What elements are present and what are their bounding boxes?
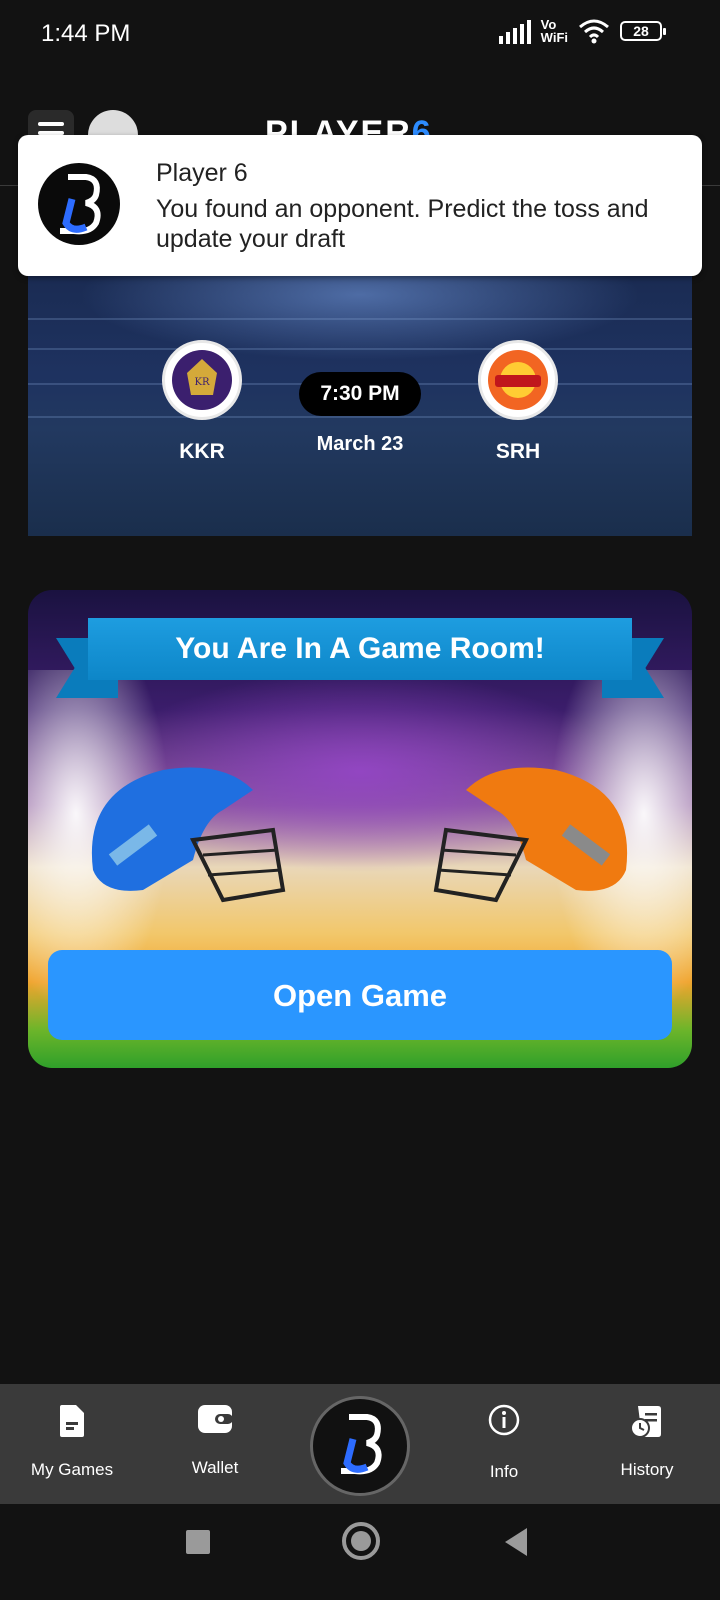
app-logo-icon	[341, 1414, 382, 1475]
game-room-banner: You Are In A Game Room!	[88, 618, 632, 680]
home-button[interactable]	[342, 1522, 380, 1560]
blue-helmet-icon	[91, 767, 286, 903]
status-bar: 1:44 PM Vo WiFi 28	[0, 0, 720, 70]
nav-my-games[interactable]: My Games	[7, 1384, 137, 1504]
open-game-button[interactable]: Open Game	[48, 950, 672, 1040]
signal-icon	[498, 18, 531, 44]
recents-button[interactable]	[186, 1530, 210, 1554]
game-room-card: You Are In A Game Room! Open Game	[28, 590, 692, 1068]
nav-info[interactable]: Info	[439, 1384, 569, 1504]
vowifi-indicator: Vo WiFi	[540, 17, 568, 45]
info-icon	[488, 1404, 520, 1436]
nav-history[interactable]: History	[582, 1384, 712, 1504]
match-time: 7:30 PM	[299, 372, 421, 416]
notification-message: You found an opponent. Predict the toss …	[156, 195, 649, 253]
status-time: 1:44 PM	[41, 20, 131, 47]
nav-wallet[interactable]: Wallet	[150, 1384, 280, 1504]
back-button[interactable]	[505, 1528, 527, 1556]
status-icons: Vo WiFi 28	[498, 17, 666, 45]
nav-label-wallet: Wallet	[191, 1458, 239, 1477]
nav-label-my-games: My Games	[30, 1460, 114, 1479]
home-team-name: KKR	[179, 440, 225, 463]
wallet-icon	[198, 1405, 233, 1433]
system-nav-bar	[0, 1504, 720, 1600]
notification-banner[interactable]: Player 6 You found an opponent. Predict …	[18, 135, 702, 276]
away-team-name: SRH	[495, 440, 541, 463]
notification-title: Player 6	[156, 159, 248, 187]
wifi-icon	[579, 19, 609, 44]
battery-icon: 28	[620, 21, 666, 41]
kkr-logo-icon: KR	[162, 340, 242, 420]
nav-label-info: Info	[489, 1462, 519, 1481]
match-card[interactable]: KR KKR 7:30 PM March 23 SRH	[28, 268, 692, 536]
nav-label-history: History	[620, 1460, 674, 1479]
srh-logo-icon	[478, 340, 558, 420]
history-icon	[630, 1406, 661, 1438]
player6-logo-icon	[38, 163, 120, 245]
document-icon	[60, 1405, 84, 1437]
bottom-nav: My Games Wallet Info History	[0, 1384, 720, 1504]
svg-text:KR: KR	[195, 377, 210, 388]
match-date: March 23	[316, 433, 404, 455]
orange-helmet-icon	[433, 767, 628, 903]
nav-home-logo[interactable]	[310, 1396, 410, 1496]
